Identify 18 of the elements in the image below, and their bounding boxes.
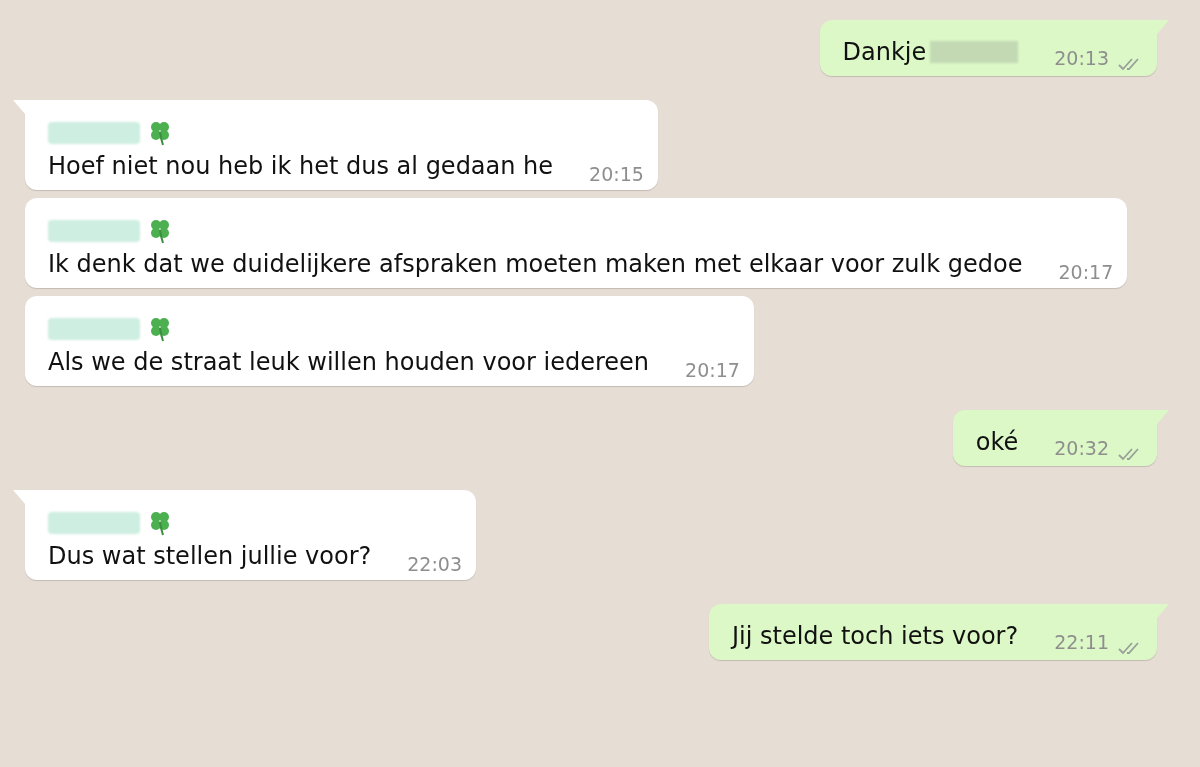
message-text: Als we de straat leuk willen houden voor iedereen [48, 347, 650, 378]
message-text: Jij stelde toch iets voor? [731, 621, 1019, 652]
message-time: 20:15 [589, 161, 644, 187]
message-text: Dus wat stellen jullie voor? [48, 541, 372, 572]
message-time: 20:13 [1054, 45, 1109, 71]
message-text: oké [975, 427, 1019, 458]
clover-icon [148, 316, 172, 342]
clover-icon [148, 120, 172, 146]
message-text: Dankje [842, 37, 927, 68]
message-text: Ik denk dat we duidelijkere afspraken moeten maken met elkaar voor zulk gedoe [48, 249, 1023, 280]
message-text: Hoef niet nou heb ik het dus al gedaan he [48, 151, 554, 182]
clover-icon [148, 218, 172, 244]
message-time: 20:17 [1058, 259, 1114, 285]
message-time: 22:11 [1054, 629, 1109, 655]
message-time: 20:32 [1054, 435, 1109, 461]
message-time: 22:03 [407, 551, 463, 577]
clover-icon [148, 510, 172, 536]
message-time: 20:17 [685, 357, 740, 383]
